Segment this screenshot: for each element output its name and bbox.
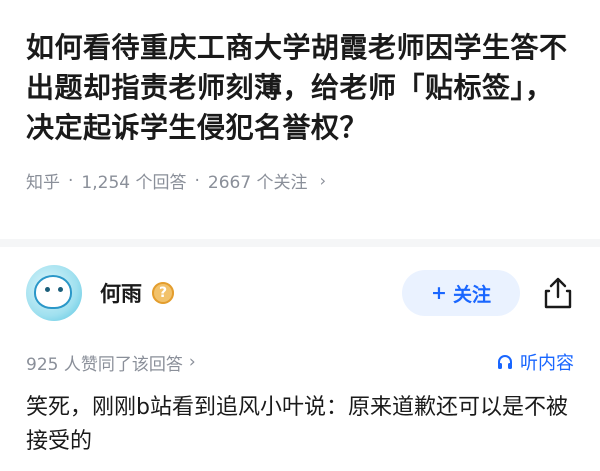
answer-content[interactable]: 笑死，刚刚b站看到追风小叶说：原来道歉还可以是不被接受的 xyxy=(26,391,574,459)
chevron-right-icon: › xyxy=(188,352,196,372)
follow-label: 关注 xyxy=(452,283,491,306)
answers-count: 1,254 个回答 xyxy=(81,173,187,193)
question-header: 如何看待重庆工商大学胡霞老师因学生答不出题却指责老师刻薄，给老师「贴标签」，决定… xyxy=(0,0,600,193)
followers-count: 2667 个关注 xyxy=(207,173,308,193)
author-row: 何雨 ? + 关注 xyxy=(26,265,574,321)
follow-button[interactable]: + 关注 xyxy=(402,270,520,316)
likes-count[interactable]: 925 人赞同了该回答 xyxy=(26,350,183,375)
avatar[interactable] xyxy=(26,265,82,321)
separator-dot: · xyxy=(194,170,200,191)
chevron-right-icon: › xyxy=(319,171,326,190)
avatar-face xyxy=(36,277,70,307)
plus-icon: + xyxy=(431,282,447,304)
avatar-eye xyxy=(58,287,63,292)
author-name[interactable]: 何雨 xyxy=(100,278,142,308)
avatar-eye xyxy=(45,287,50,292)
stats-row: 925 人赞同了该回答 › 听内容 xyxy=(26,349,574,375)
question-badge-icon[interactable]: ? xyxy=(152,282,174,304)
source-label: 知乎 xyxy=(26,173,60,193)
answer-card: 何雨 ? + 关注 925 人赞同了该回答 › 听内容 笑死，刚刚b站看到追风小… xyxy=(0,247,600,459)
separator-dot: · xyxy=(68,170,74,191)
question-title[interactable]: 如何看待重庆工商大学胡霞老师因学生答不出题却指责老师刻薄，给老师「贴标签」，决定… xyxy=(26,28,574,148)
headphones-icon xyxy=(498,355,512,369)
share-icon[interactable] xyxy=(542,276,574,310)
listen-label: 听内容 xyxy=(520,353,574,374)
question-meta[interactable]: 知乎 · 1,254 个回答 · 2667 个关注 › xyxy=(26,168,574,194)
listen-button[interactable]: 听内容 xyxy=(496,349,574,375)
section-divider xyxy=(0,239,600,247)
